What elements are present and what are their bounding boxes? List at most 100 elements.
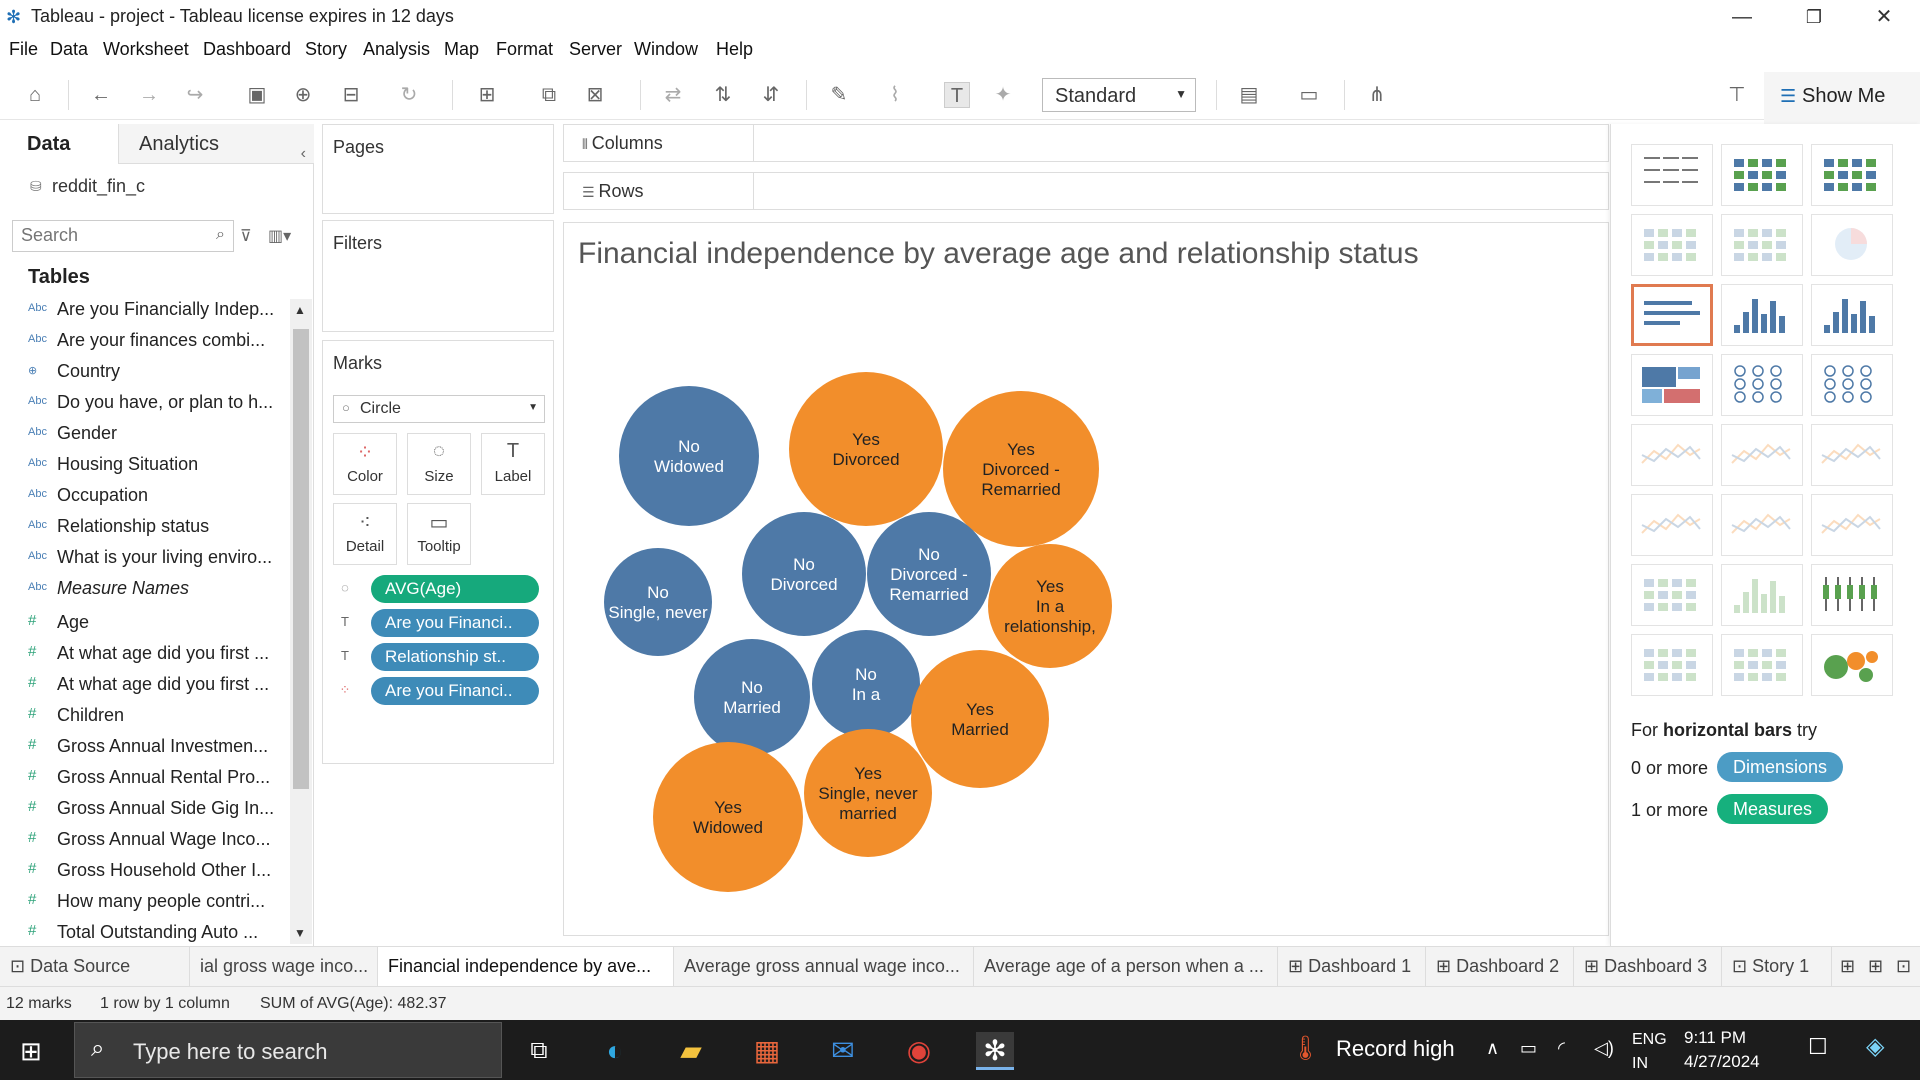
copilot-icon[interactable]: ◈ [1866,1032,1884,1061]
sort-ascending-icon[interactable]: ⇅ [710,82,736,108]
chart-type-treemap[interactable] [1631,354,1713,416]
search-input[interactable] [21,221,201,249]
rows-shelf[interactable]: ☰ Rows [563,172,1609,210]
mail-icon[interactable]: ✉ [824,1032,862,1070]
chart-type-gantt-chart[interactable] [1631,634,1713,696]
thermometer-icon[interactable]: 🌡 [1290,1034,1320,1063]
bubble-mark[interactable]: YesSingle, nevermarried [804,729,932,857]
chart-type-dual-lines[interactable] [1811,424,1893,486]
bubble-circle[interactable] [604,548,712,656]
menu-worksheet[interactable]: Worksheet [103,39,189,60]
bubble-circle[interactable] [789,372,943,526]
chart-type-continuous-area[interactable] [1631,494,1713,556]
close-button[interactable]: ✕ [1848,0,1920,34]
chart-type-pie-chart[interactable] [1811,214,1893,276]
menu-analysis[interactable]: Analysis [363,39,430,60]
bubble-circle[interactable] [812,630,920,738]
field-item[interactable]: ⊕ Country [0,358,290,388]
new-datasource-icon[interactable]: ⊕ [290,82,316,108]
field-item[interactable]: # Total Outstanding Auto ... [0,919,290,946]
field-item[interactable]: # At what age did you first ... [0,671,290,701]
marks-pill[interactable]: Relationship st.. [371,643,539,671]
pages-card[interactable]: Pages [322,124,554,214]
edge-icon[interactable]: ◐ [596,1032,634,1070]
chart-type-continuous-lines[interactable] [1631,424,1713,486]
chart-type-filled-map[interactable] [1721,214,1803,276]
sheet-tab[interactable]: Financial independence by ave... [378,947,674,987]
marks-pill[interactable]: Are you Financi.. [371,609,539,637]
field-item[interactable]: # How many people contri... [0,888,290,918]
show-me-button[interactable]: ☰ Show Me [1764,72,1920,124]
new-story-tab-icon[interactable]: ⊡ [1892,947,1920,987]
sheet-tab[interactable]: ⊞ Dashboard 1 [1278,947,1426,987]
chart-type-discrete-area[interactable] [1721,494,1803,556]
bubble-mark[interactable]: NoIn a [812,630,920,738]
clock-time[interactable]: 9:11 PM [1684,1028,1746,1048]
fix-axes-icon[interactable]: ✦ [990,82,1016,108]
notifications-icon[interactable]: ☐ [1808,1034,1828,1060]
chart-type-discrete-lines[interactable] [1721,424,1803,486]
volume-icon[interactable]: ◁) [1594,1038,1614,1059]
detail-button[interactable]: ⁖ Detail [333,503,397,565]
chevron-down-icon[interactable]: ▼ [294,926,306,940]
marks-pill[interactable]: AVG(Age) [371,575,539,603]
field-item[interactable]: Abc Do you have, or plan to h... [0,389,290,419]
battery-icon[interactable]: ▭ [1520,1038,1537,1059]
color-button[interactable]: ⁘ Color [333,433,397,495]
tooltip-button[interactable]: ▭ Tooltip [407,503,471,565]
search-field[interactable]: ⌕ [12,220,234,252]
mark-type-select[interactable]: ○ Circle ▼ [333,395,545,423]
chart-type-bullet-graph[interactable] [1721,634,1803,696]
tableau-taskbar-icon[interactable]: ✻ [976,1032,1014,1070]
bubble-mark[interactable]: YesIn arelationship, [988,544,1112,668]
chart-type-packed-bubbles[interactable] [1811,634,1893,696]
datasource-name[interactable]: reddit_fin_c [52,176,145,197]
bubble-chart[interactable]: NoWidowedYesDivorcedYesDivorced -Remarri… [564,223,1609,936]
field-item[interactable]: Abc What is your living enviro... [0,544,290,574]
field-item[interactable]: # Gross Annual Investmen... [0,733,290,763]
field-item[interactable]: # Gross Annual Wage Inco... [0,826,290,856]
bubble-mark[interactable]: YesDivorced -Remarried [943,391,1099,547]
tab-analytics[interactable]: Analytics ‹ [118,124,314,164]
menu-format[interactable]: Format [496,39,553,60]
sheet-tab[interactable]: ⊡ Story 1 [1722,947,1832,987]
chrome-icon[interactable]: ◉ [900,1032,938,1070]
chart-type-histogram[interactable] [1721,564,1803,626]
field-item[interactable]: # Gross Annual Side Gig In... [0,795,290,825]
show-mark-labels-icon[interactable]: T [944,82,970,108]
menu-map[interactable]: Map [444,39,479,60]
bubble-mark[interactable]: YesWidowed [653,742,803,892]
field-item[interactable]: Abc Housing Situation [0,451,290,481]
collapse-pane-icon[interactable]: ‹ [301,134,306,174]
marks-pill[interactable]: Are you Financi.. [371,677,539,705]
restore-button[interactable]: ❐ [1778,0,1850,34]
sheet-tab[interactable]: ial gross wage inco... [190,947,378,987]
sheet-tab[interactable]: Average gross annual wage inco... [674,947,974,987]
field-item[interactable]: # Children [0,702,290,732]
file-explorer-icon[interactable]: ▰ [672,1032,710,1070]
show-cards-icon[interactable]: ▤ [1236,82,1262,108]
chart-type-side-by-side-bars[interactable] [1811,284,1893,346]
bubble-circle[interactable] [911,650,1049,788]
menu-file[interactable]: File [9,39,38,60]
pause-updates-icon[interactable]: ⊟ [338,82,364,108]
field-item[interactable]: Abc Occupation [0,482,290,512]
fit-select[interactable]: Standard ▼ [1042,78,1196,112]
menu-server[interactable]: Server [569,39,622,60]
windows-start-icon[interactable]: ⊞ [20,1036,42,1067]
bubble-mark[interactable]: NoMarried [694,639,810,755]
wifi-icon[interactable]: ◜ [1558,1038,1565,1059]
bubble-mark[interactable]: NoSingle, never [604,548,712,656]
tab-data[interactable]: Data [0,124,118,164]
bubble-mark[interactable]: NoDivorced -Remarried [867,512,991,636]
bubble-mark[interactable]: YesMarried [911,650,1049,788]
field-item[interactable]: # At what age did you first ... [0,640,290,670]
chart-type-stacked-bars[interactable] [1721,284,1803,346]
chart-type-circle-views[interactable] [1721,354,1803,416]
bubble-circle[interactable] [742,512,866,636]
new-worksheet-tab-icon[interactable]: ⊞ [1836,947,1864,987]
home-icon[interactable]: ⌂ [22,82,48,108]
save-icon[interactable]: ▣ [244,82,270,108]
bubble-mark[interactable]: NoWidowed [619,386,759,526]
menu-data[interactable]: Data [50,39,88,60]
